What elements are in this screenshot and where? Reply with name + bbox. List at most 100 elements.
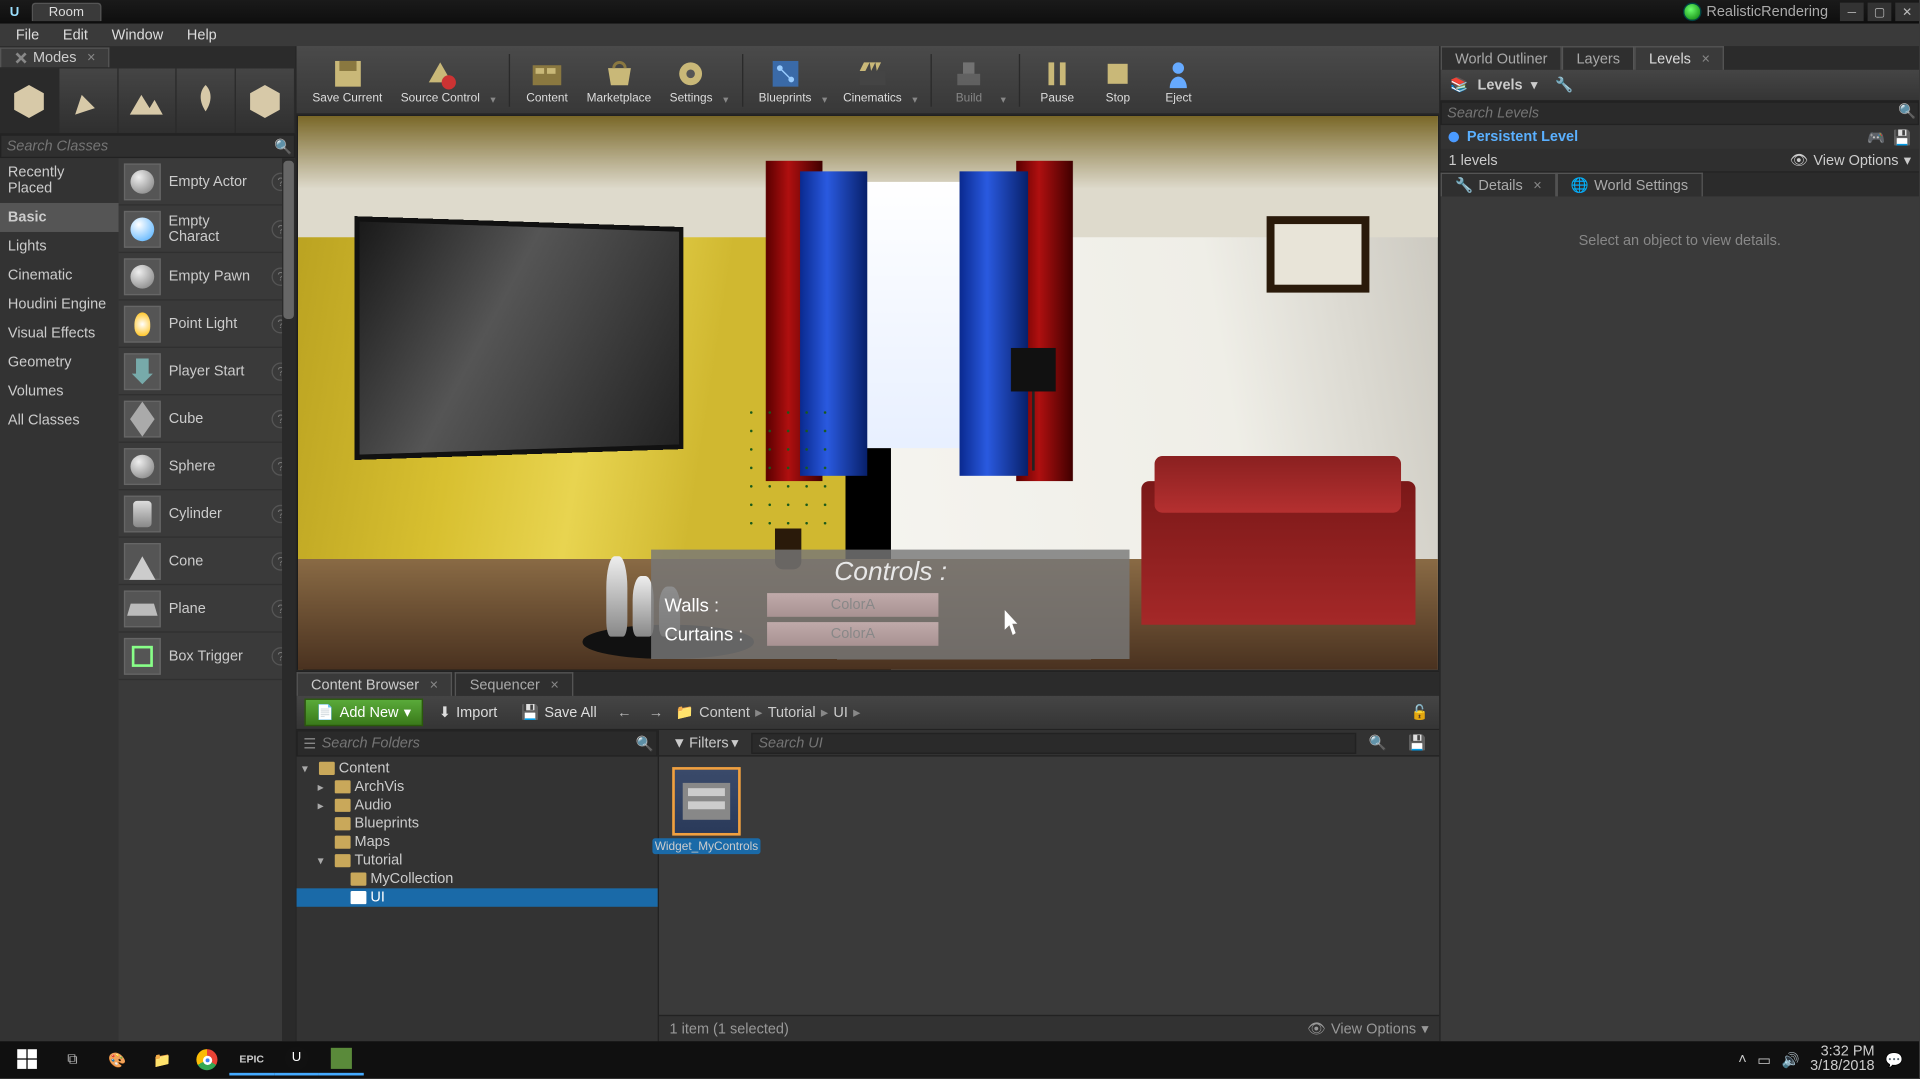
tree-node[interactable]: ▾Content xyxy=(297,759,658,777)
pause-button[interactable]: Pause xyxy=(1028,53,1086,106)
clock[interactable]: 3:32 PM 3/18/2018 xyxy=(1810,1045,1874,1074)
tree-node[interactable]: Maps xyxy=(297,833,658,851)
dropdown-icon[interactable] xyxy=(822,46,833,113)
filters-button[interactable]: ▼ Filters ▾ xyxy=(664,731,746,753)
menu-help[interactable]: Help xyxy=(176,26,227,44)
save-all-button[interactable]: 💾 Save All xyxy=(513,700,605,725)
crumb-content[interactable]: Content xyxy=(699,704,750,720)
tray-up-icon[interactable]: ˄ xyxy=(1738,1052,1746,1068)
taskbar-epic[interactable]: EPIC xyxy=(229,1044,274,1076)
world-outliner-tab[interactable]: World Outliner xyxy=(1441,46,1562,70)
build-button[interactable]: Build xyxy=(940,53,998,106)
menu-window[interactable]: Window xyxy=(101,26,174,44)
actor-item[interactable]: Sphere? xyxy=(119,443,296,490)
save-current-button[interactable]: Save Current xyxy=(304,53,390,106)
layers-tab[interactable]: Layers xyxy=(1562,46,1635,70)
save-search-icon[interactable]: 💾 xyxy=(1400,731,1434,753)
notifications-icon[interactable]: 💬 xyxy=(1885,1051,1903,1068)
stop-button[interactable]: Stop xyxy=(1089,53,1147,106)
cat-recently[interactable]: Recently Placed xyxy=(0,158,119,203)
actor-item[interactable]: Player Start? xyxy=(119,348,296,395)
foliage-mode-icon[interactable] xyxy=(177,69,236,134)
tree-node[interactable]: Blueprints xyxy=(297,815,658,833)
search-icon[interactable]: 🔍 xyxy=(273,138,294,155)
search-icon[interactable]: 🔍 xyxy=(1361,731,1395,753)
actor-item[interactable]: Cone? xyxy=(119,538,296,585)
cat-cinematic[interactable]: Cinematic xyxy=(0,261,119,290)
scrollbar[interactable] xyxy=(282,158,295,1041)
dropdown-icon[interactable] xyxy=(490,46,501,113)
save-icon[interactable]: 💾 xyxy=(1893,129,1911,146)
details-tab[interactable]: 🔧 Details× xyxy=(1441,173,1557,197)
actor-item[interactable]: Plane? xyxy=(119,585,296,632)
levels-search-input[interactable] xyxy=(1442,103,1897,124)
dropdown-icon[interactable] xyxy=(723,46,734,113)
close-icon[interactable]: × xyxy=(1533,177,1541,193)
menu-edit[interactable]: Edit xyxy=(52,26,98,44)
cat-volumes[interactable]: Volumes xyxy=(0,377,119,406)
minimize-button[interactable]: ─ xyxy=(1840,3,1864,21)
task-view-button[interactable]: ⧉ xyxy=(50,1044,95,1076)
content-button[interactable]: Content xyxy=(518,53,576,106)
system-tray[interactable]: ˄ ▭ 🔊 3:32 PM 3/18/2018 💬 xyxy=(1738,1045,1914,1074)
modes-search-input[interactable] xyxy=(1,138,273,154)
asset-search-input[interactable] xyxy=(752,732,1356,753)
sequencer-tab[interactable]: Sequencer× xyxy=(455,672,573,696)
modes-tab[interactable]: Modes × xyxy=(0,47,110,67)
curtains-colora-button[interactable]: ColorA xyxy=(767,622,938,646)
taskbar-ue4[interactable]: U xyxy=(274,1044,319,1076)
dropdown-icon[interactable] xyxy=(912,46,923,113)
source-control-button[interactable]: Source Control xyxy=(393,53,488,106)
actor-item[interactable]: Empty Pawn? xyxy=(119,253,296,300)
paint-mode-icon[interactable] xyxy=(59,69,118,134)
cat-lights[interactable]: Lights xyxy=(0,232,119,261)
asset-item[interactable]: Widget_MyControls xyxy=(670,767,744,854)
level-tab[interactable]: Room xyxy=(32,3,101,21)
settings-button[interactable]: Settings xyxy=(662,53,721,106)
network-icon[interactable]: ▭ xyxy=(1757,1051,1771,1068)
search-icon[interactable]: 🔍 xyxy=(1897,103,1918,124)
folder-search-input[interactable] xyxy=(322,735,633,751)
actor-item[interactable]: Box Trigger? xyxy=(119,633,296,680)
landscape-mode-icon[interactable] xyxy=(118,69,177,134)
taskbar-explorer[interactable]: 📁 xyxy=(140,1044,185,1076)
cat-houdini[interactable]: Houdini Engine xyxy=(0,290,119,319)
search-icon[interactable]: 🔍 xyxy=(633,735,657,752)
summon-icon[interactable]: 🔧 xyxy=(1554,74,1575,95)
lock-icon[interactable]: 🔓 xyxy=(1408,704,1432,721)
cat-vfx[interactable]: Visual Effects xyxy=(0,319,119,348)
import-button[interactable]: ⬇ Import xyxy=(431,700,505,725)
source-control-status-icon[interactable] xyxy=(1683,3,1701,21)
world-settings-tab[interactable]: 🌐 World Settings xyxy=(1556,173,1702,197)
level-row[interactable]: Persistent Level 🎮 💾 xyxy=(1441,125,1919,149)
tree-node[interactable]: ▾Tutorial xyxy=(297,851,658,869)
tree-node[interactable]: UI xyxy=(297,888,658,906)
forward-button[interactable]: → xyxy=(644,704,668,720)
cat-all[interactable]: All Classes xyxy=(0,406,119,435)
folder-icon[interactable]: 📁 xyxy=(676,704,694,721)
marketplace-button[interactable]: Marketplace xyxy=(579,53,659,106)
actor-item[interactable]: Cylinder? xyxy=(119,490,296,537)
dropdown-icon[interactable]: ▾ xyxy=(1531,76,1538,93)
cat-basic[interactable]: Basic xyxy=(0,203,119,232)
modes-search[interactable]: 🔍 xyxy=(0,134,295,158)
cat-geometry[interactable]: Geometry xyxy=(0,348,119,377)
folder-search[interactable]: ☰ 🔍 xyxy=(297,730,658,756)
close-icon[interactable]: × xyxy=(87,50,95,66)
crumb-ui[interactable]: UI xyxy=(833,704,847,720)
view-options-button[interactable]: 👁 View Options ▾ xyxy=(1790,152,1911,169)
geometry-mode-icon[interactable] xyxy=(236,69,295,134)
actor-item[interactable]: Cube? xyxy=(119,395,296,442)
start-button[interactable] xyxy=(5,1044,50,1076)
actor-list[interactable]: Empty Actor? Empty Charact? Empty Pawn? … xyxy=(119,158,296,1041)
crumb-tutorial[interactable]: Tutorial xyxy=(768,704,816,720)
content-browser-tab[interactable]: Content Browser× xyxy=(297,672,453,696)
close-icon[interactable]: × xyxy=(430,677,438,693)
actor-item[interactable]: Point Light? xyxy=(119,301,296,348)
gamepad-icon[interactable]: 🎮 xyxy=(1867,129,1885,146)
volume-icon[interactable]: 🔊 xyxy=(1781,1051,1799,1068)
tree-node[interactable]: ▸ArchVis xyxy=(297,778,658,796)
taskbar-app2[interactable] xyxy=(319,1044,364,1076)
asset-grid[interactable]: Widget_MyControls xyxy=(659,757,1439,1015)
close-button[interactable]: ✕ xyxy=(1895,3,1919,21)
